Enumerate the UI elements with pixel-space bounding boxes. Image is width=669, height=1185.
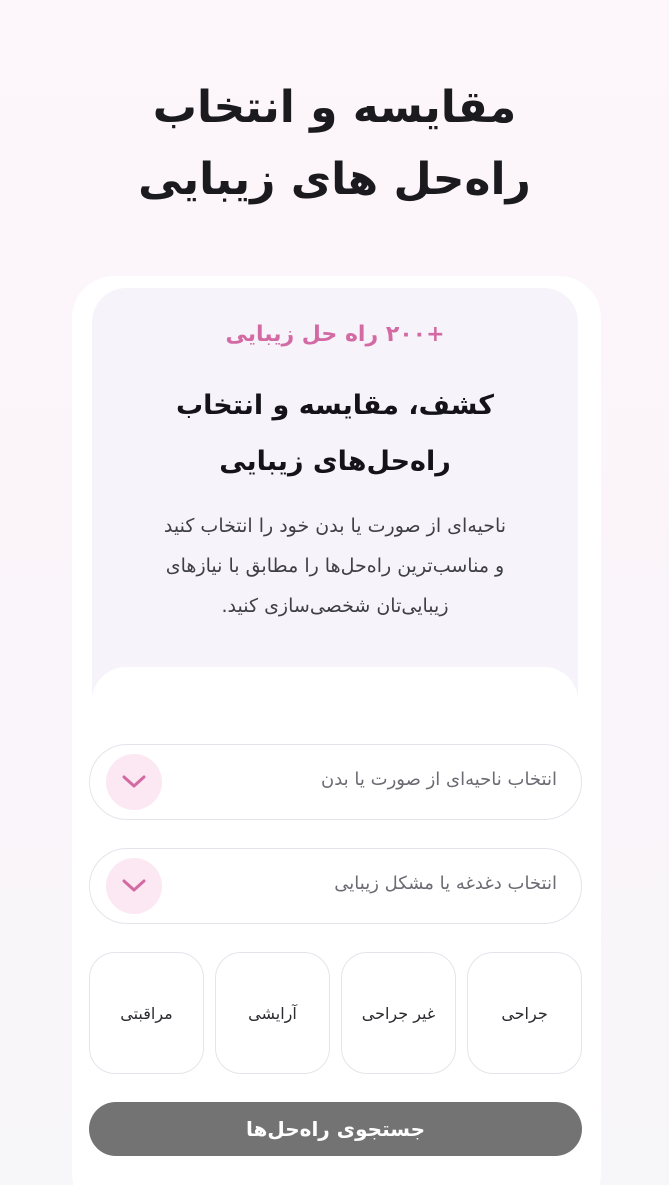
card-title-line-2: راه‌حل‌های زیبایی (219, 446, 451, 477)
page-title: مقایسه و انتخاب راه‌حل های زیبایی (0, 72, 669, 216)
concern-select-label: انتخاب دغدغه یا مشکل زیبایی (334, 873, 557, 894)
page-title-line-2: راه‌حل های زیبایی (138, 154, 531, 205)
page-title-line-1: مقایسه و انتخاب (152, 82, 517, 133)
category-non-surgical-button[interactable]: غیر جراحی (341, 952, 456, 1074)
card-header-panel (92, 288, 578, 708)
card-description: ناحیه‌ای از صورت یا بدن خود را انتخاب کن… (130, 506, 540, 626)
chevron-down-icon[interactable] (106, 858, 162, 914)
category-care-button[interactable]: مراقبتی (89, 952, 204, 1074)
card-description-line-1: ناحیه‌ای از صورت یا بدن خود را انتخاب کن… (163, 515, 507, 537)
category-surgical-button[interactable]: جراحی (467, 952, 582, 1074)
card-title-line-1: کشف، مقایسه و انتخاب (176, 390, 494, 421)
card-title: کشف، مقایسه و انتخاب راه‌حل‌های زیبایی (92, 378, 578, 490)
area-select[interactable]: انتخاب ناحیه‌ای از صورت یا بدن (89, 744, 582, 820)
card-description-line-2: و مناسب‌ترین راه‌حل‌ها را مطابق با نیازه… (165, 555, 505, 577)
card-description-line-3: زیبایی‌تان شخصی‌سازی کنید. (221, 595, 449, 617)
area-select-label: انتخاب ناحیه‌ای از صورت یا بدن (321, 769, 557, 790)
concern-select[interactable]: انتخاب دغدغه یا مشکل زیبایی (89, 848, 582, 924)
solutions-count-badge: +۲۰۰ راه حل زیبایی (225, 322, 445, 347)
search-solutions-button[interactable]: جستجوی راه‌حل‌ها (89, 1102, 582, 1156)
category-cosmetic-button[interactable]: آرایشی (215, 952, 330, 1074)
chevron-down-icon[interactable] (106, 754, 162, 810)
